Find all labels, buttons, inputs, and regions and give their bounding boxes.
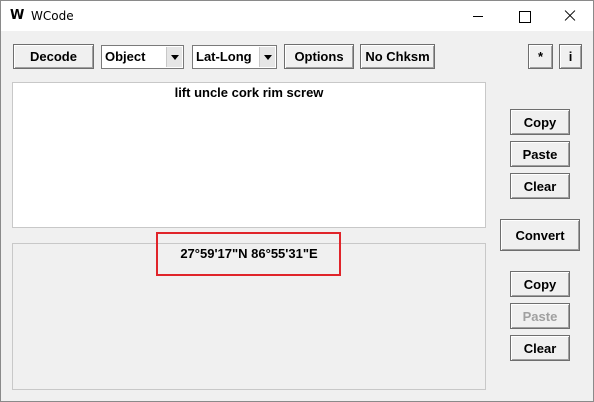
- options-button[interactable]: Options: [284, 44, 354, 69]
- format-select[interactable]: Lat-Long: [192, 45, 277, 69]
- paste-output-button: Paste: [510, 303, 570, 329]
- format-select-value: Lat-Long: [196, 49, 252, 64]
- copy-input-button[interactable]: Copy: [510, 109, 570, 135]
- chevron-down-icon[interactable]: [166, 47, 182, 67]
- input-text: lift uncle cork rim screw: [13, 85, 485, 100]
- clear-input-button[interactable]: Clear: [510, 173, 570, 199]
- paste-input-button[interactable]: Paste: [510, 141, 570, 167]
- highlight-box: [156, 232, 341, 276]
- star-button[interactable]: *: [528, 44, 553, 69]
- info-button[interactable]: i: [559, 44, 582, 69]
- chevron-down-icon[interactable]: [259, 47, 275, 67]
- close-icon[interactable]: [547, 1, 593, 31]
- object-select-value: Object: [105, 49, 145, 64]
- object-select[interactable]: Object: [101, 45, 184, 69]
- maximize-icon[interactable]: [501, 1, 547, 31]
- app-logo-icon: W: [10, 9, 25, 23]
- window-title: WCode: [31, 9, 74, 23]
- input-textarea[interactable]: lift uncle cork rim screw: [12, 82, 486, 228]
- clear-output-button[interactable]: Clear: [510, 335, 570, 361]
- minimize-icon[interactable]: [455, 1, 501, 31]
- decode-button[interactable]: Decode: [13, 44, 94, 69]
- app-window: W WCode Decode Object Lat-Long Options N…: [0, 0, 594, 402]
- no-checksum-button[interactable]: No Chksm: [360, 44, 435, 69]
- convert-button[interactable]: Convert: [500, 219, 580, 251]
- title-bar[interactable]: W WCode: [1, 1, 593, 31]
- copy-output-button[interactable]: Copy: [510, 271, 570, 297]
